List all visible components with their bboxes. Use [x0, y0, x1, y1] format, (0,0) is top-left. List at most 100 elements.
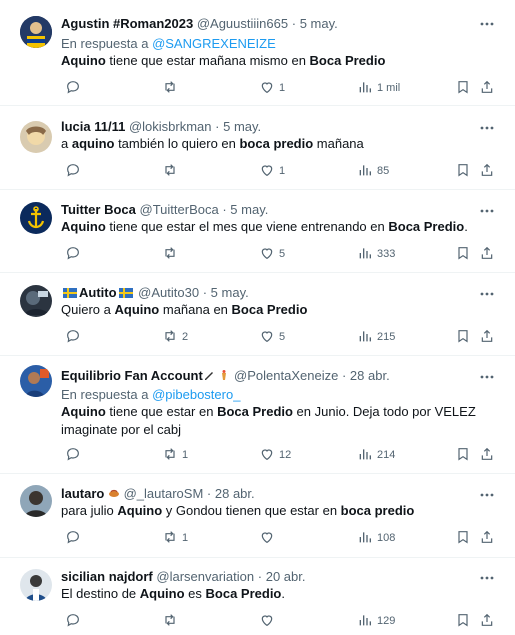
share-button[interactable] [475, 245, 495, 263]
avatar[interactable] [20, 365, 52, 397]
avatar[interactable] [20, 121, 52, 153]
tweet-item[interactable]: Equilibrio Fan Account @PolentaXeneize ·… [0, 356, 515, 474]
views-button[interactable]: 214 [353, 446, 395, 464]
reply-icon [65, 79, 81, 98]
tweet-date[interactable]: 20 abr. [266, 569, 306, 584]
display-name[interactable]: lautaro [61, 486, 104, 501]
tweet-actions: 1 12 214 [61, 446, 495, 464]
tweet-item[interactable]: lautaro @_lautaroSM · 28 abr. para julio… [0, 474, 515, 558]
text-segment: tiene que estar mañana mismo en [105, 53, 310, 68]
tweet-date[interactable]: 5 may. [211, 285, 249, 300]
reply-button[interactable] [61, 612, 85, 630]
more-options-icon[interactable] [479, 16, 495, 32]
bookmark-icon [455, 162, 471, 181]
more-options-icon[interactable] [479, 286, 495, 302]
retweet-count: 1 [182, 449, 189, 461]
user-handle[interactable]: @Autito30 [138, 285, 199, 300]
avatar[interactable] [20, 285, 52, 317]
bookmark-button[interactable] [451, 328, 471, 346]
share-button[interactable] [475, 79, 495, 97]
user-handle[interactable]: @Aguustiiin665 [197, 16, 288, 31]
avatar[interactable] [20, 569, 52, 601]
like-button[interactable]: 5 [255, 245, 285, 263]
avatar[interactable] [20, 202, 52, 234]
reply-icon [65, 162, 81, 181]
like-button[interactable]: 12 [255, 446, 291, 464]
display-name[interactable]: Equilibrio Fan Account [61, 368, 203, 383]
bookmark-button[interactable] [451, 79, 471, 97]
more-options-icon[interactable] [479, 120, 495, 136]
highlighted-keyword: Aquino [117, 503, 163, 518]
share-button[interactable] [475, 162, 495, 180]
user-handle[interactable]: @TuitterBoca [140, 202, 219, 217]
avatar[interactable] [20, 16, 52, 48]
tweet-item[interactable]: Tuitter Boca @TuitterBoca · 5 may. Aquin… [0, 190, 515, 273]
bookmark-icon [455, 529, 471, 548]
user-handle[interactable]: @larsenvariation [156, 569, 254, 584]
bookmark-button[interactable] [451, 162, 471, 180]
bookmark-button[interactable] [451, 529, 471, 547]
avatar[interactable] [20, 485, 52, 517]
views-button[interactable]: 108 [353, 529, 395, 547]
display-name[interactable]: Tuitter Boca [61, 202, 136, 217]
retweet-button[interactable] [158, 612, 182, 630]
heart-icon [259, 328, 275, 347]
retweet-button[interactable]: 1 [158, 529, 188, 547]
more-options-icon[interactable] [479, 203, 495, 219]
display-name[interactable]: Agustin #Roman2023 [61, 16, 193, 31]
like-button[interactable]: 5 [255, 328, 285, 346]
share-button[interactable] [475, 446, 495, 464]
tweet-date[interactable]: 28 abr. [350, 368, 390, 383]
text-segment: y Gondou tienen que estar en [162, 503, 341, 518]
tweet-header: Tuitter Boca @TuitterBoca · 5 may. [61, 202, 269, 217]
retweet-button[interactable] [158, 79, 182, 97]
reply-to-link[interactable]: @SANGREXENEIZE [152, 36, 276, 51]
reply-button[interactable] [61, 245, 85, 263]
tweet-item[interactable]: sicilian najdorf @larsenvariation · 20 a… [0, 558, 515, 635]
display-name[interactable]: sicilian najdorf [61, 569, 153, 584]
views-button[interactable]: 215 [353, 328, 395, 346]
like-button[interactable]: 1 [255, 162, 285, 180]
like-button[interactable] [255, 529, 279, 547]
tweet-date[interactable]: 5 may. [300, 16, 338, 31]
reply-button[interactable] [61, 529, 85, 547]
share-button[interactable] [475, 612, 495, 630]
tweet-date[interactable]: 28 abr. [215, 486, 255, 501]
reply-button[interactable] [61, 446, 85, 464]
user-handle[interactable]: @lokisbrkman [129, 119, 212, 134]
display-name[interactable]: Autito [79, 285, 117, 300]
tweet-text: Aquino tiene que estar mañana mismo en B… [61, 52, 495, 70]
bookmark-button[interactable] [451, 245, 471, 263]
user-handle[interactable]: @PolentaXeneize [234, 368, 338, 383]
more-options-icon[interactable] [479, 369, 495, 385]
retweet-button[interactable] [158, 162, 182, 180]
like-button[interactable]: 1 [255, 79, 285, 97]
reply-context: En respuesta a @SANGREXENEIZE [61, 36, 276, 51]
views-button[interactable]: 333 [353, 245, 395, 263]
retweet-button[interactable]: 1 [158, 446, 188, 464]
tweet-item[interactable]: Autito @Autito30 · 5 may. Quiero a Aquin… [0, 273, 515, 356]
views-button[interactable]: 129 [353, 612, 395, 630]
bookmark-button[interactable] [451, 612, 471, 630]
share-button[interactable] [475, 328, 495, 346]
tweet-item[interactable]: lucia 11/11 @lokisbrkman · 5 may. a aqui… [0, 106, 515, 190]
display-name[interactable]: lucia 11/11 [61, 119, 125, 134]
more-options-icon[interactable] [479, 570, 495, 586]
like-button[interactable] [255, 612, 279, 630]
tweet-item[interactable]: Agustin #Roman2023 @Aguustiiin665 · 5 ma… [0, 0, 515, 106]
retweet-button[interactable] [158, 245, 182, 263]
reply-to-link[interactable]: @pibebostero_ [152, 387, 240, 402]
reply-button[interactable] [61, 328, 85, 346]
bookmark-button[interactable] [451, 446, 471, 464]
tweet-text: a aquino también lo quiero en boca predi… [61, 135, 495, 153]
more-options-icon[interactable] [479, 487, 495, 503]
retweet-button[interactable]: 2 [158, 328, 188, 346]
tweet-date[interactable]: 5 may. [230, 202, 268, 217]
share-button[interactable] [475, 529, 495, 547]
tweet-date[interactable]: 5 may. [223, 119, 261, 134]
reply-button[interactable] [61, 162, 85, 180]
views-button[interactable]: 85 [353, 162, 389, 180]
views-button[interactable]: 1 mil [353, 79, 400, 97]
user-handle[interactable]: @_lautaroSM [124, 486, 204, 501]
reply-button[interactable] [61, 79, 85, 97]
